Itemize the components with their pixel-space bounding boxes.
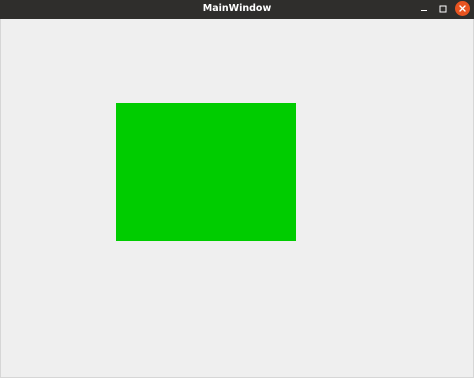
close-button[interactable] bbox=[455, 1, 470, 16]
title-bar[interactable]: MainWindow bbox=[0, 0, 474, 19]
close-icon bbox=[459, 5, 466, 12]
maximize-button[interactable] bbox=[435, 1, 451, 17]
minimize-button[interactable] bbox=[416, 1, 432, 17]
main-window: MainWindow bbox=[0, 0, 474, 378]
window-border-left bbox=[0, 19, 1, 378]
green-rectangle bbox=[116, 103, 296, 241]
window-title: MainWindow bbox=[202, 3, 272, 14]
minimize-icon bbox=[421, 10, 427, 11]
window-content bbox=[1, 19, 473, 377]
maximize-icon bbox=[439, 5, 447, 13]
